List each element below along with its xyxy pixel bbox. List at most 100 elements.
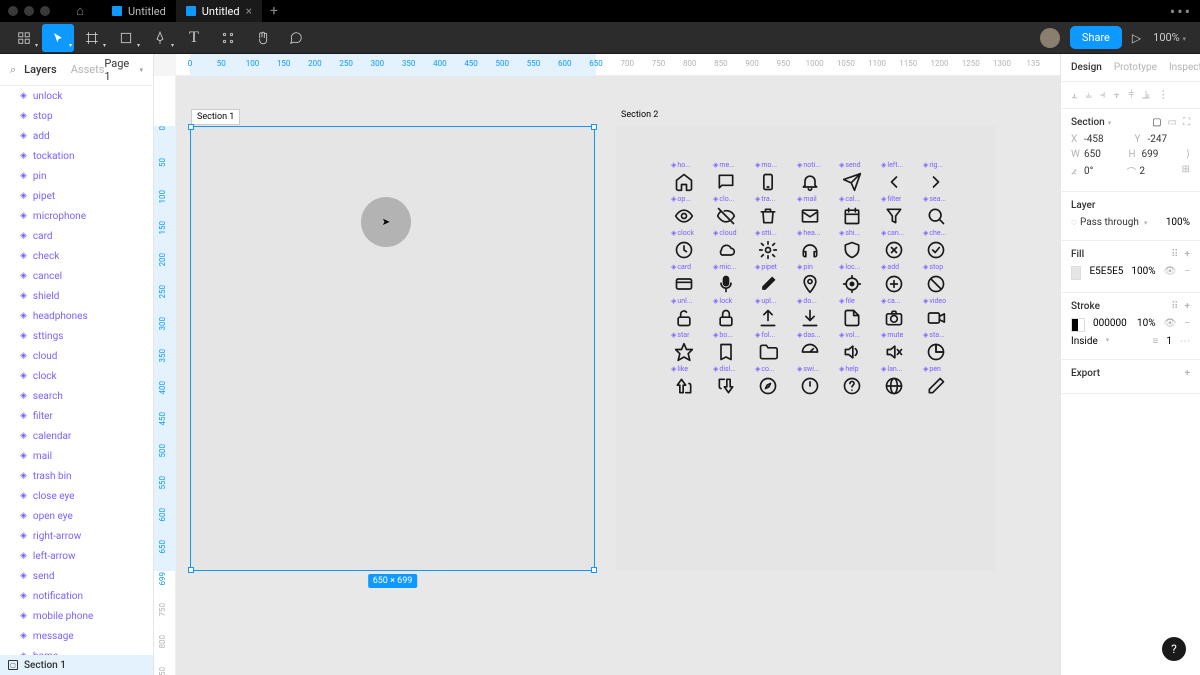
- close-window-icon[interactable]: [8, 6, 18, 16]
- icon-component-search[interactable]: ◈sea...: [923, 195, 961, 229]
- layer-item[interactable]: ◈cloud: [0, 346, 153, 366]
- menu-button[interactable]: ▾: [8, 24, 40, 52]
- remove-icon[interactable]: −: [1184, 266, 1190, 280]
- align-bottom-icon[interactable]: ⫡: [1142, 88, 1149, 102]
- present-button[interactable]: ▷: [1132, 31, 1141, 45]
- layer-item[interactable]: ◈pin: [0, 166, 153, 186]
- resources-tool[interactable]: [212, 24, 244, 52]
- layer-item[interactable]: ◈notification: [0, 586, 153, 606]
- frame-icon[interactable]: ▭: [1168, 117, 1177, 128]
- radius-individual-icon[interactable]: ⊞: [1182, 164, 1190, 179]
- icon-component-camera[interactable]: ◈ca...: [881, 297, 919, 331]
- icon-component-power[interactable]: ◈swi...: [797, 365, 835, 399]
- y-value[interactable]: -247: [1148, 134, 1168, 145]
- icon-component-eyeoff[interactable]: ◈clo...: [713, 195, 751, 229]
- visibility-icon[interactable]: 👁: [1164, 318, 1177, 332]
- icon-component-shield[interactable]: ◈shi...: [839, 229, 877, 263]
- more-icon[interactable]: •••: [1170, 2, 1192, 21]
- x-value[interactable]: -458: [1084, 134, 1104, 145]
- w-value[interactable]: 650: [1084, 149, 1101, 160]
- icon-component-home[interactable]: ◈ho...: [671, 161, 709, 195]
- icon-component-mail[interactable]: ◈mail: [797, 195, 835, 229]
- section-1-frame[interactable]: Section 1 650 × 699 ➤: [190, 126, 595, 571]
- layer-item[interactable]: ◈right-arrow: [0, 526, 153, 546]
- hand-tool[interactable]: [246, 24, 278, 52]
- icon-component-star[interactable]: ◈star: [671, 331, 709, 365]
- remove-icon[interactable]: −: [1184, 318, 1190, 332]
- icon-component-pie[interactable]: ◈sta...: [923, 331, 961, 365]
- align-top-icon[interactable]: ⫟: [1113, 88, 1120, 102]
- close-tab-icon[interactable]: ×: [246, 4, 252, 18]
- assets-tab[interactable]: Assets: [71, 63, 105, 76]
- icon-component-mic[interactable]: ◈mic...: [713, 263, 751, 297]
- opacity-value[interactable]: 100%: [1166, 217, 1190, 228]
- icon-component-globe[interactable]: ◈lan...: [881, 365, 919, 399]
- share-button[interactable]: Share: [1070, 26, 1122, 49]
- align-right-icon[interactable]: ⫞: [1100, 88, 1106, 102]
- icon-component-cloud[interactable]: ◈cloud: [713, 229, 751, 263]
- icon-component-download[interactable]: ◈do...: [797, 297, 835, 331]
- layer-item[interactable]: ◈headphones: [0, 306, 153, 326]
- layer-item[interactable]: ◈trash bin: [0, 466, 153, 486]
- visibility-icon[interactable]: 👁: [1164, 266, 1177, 280]
- icon-component-msg[interactable]: ◈me...: [713, 161, 751, 195]
- window-controls[interactable]: [8, 6, 50, 16]
- align-center-h-icon[interactable]: ⫨: [1086, 88, 1092, 102]
- icon-component-right[interactable]: ◈rig...: [923, 161, 961, 195]
- icon-component-target[interactable]: ◈loc...: [839, 263, 877, 297]
- layer-item[interactable]: ◈card: [0, 226, 153, 246]
- icon-component-mute[interactable]: ◈mute: [881, 331, 919, 365]
- constrain-icon[interactable]: ⟩: [1186, 149, 1190, 160]
- icon-component-unlock[interactable]: ◈unl...: [671, 297, 709, 331]
- shape-tool[interactable]: ▾: [110, 24, 142, 52]
- design-tab[interactable]: Design: [1071, 62, 1102, 73]
- layer-item-section[interactable]: ▢ Section 1: [0, 655, 153, 675]
- stroke-swatch[interactable]: [1071, 318, 1085, 332]
- layer-item[interactable]: ◈unlock: [0, 86, 153, 106]
- stroke-position[interactable]: Inside: [1071, 336, 1098, 347]
- layer-item[interactable]: ◈cancel: [0, 266, 153, 286]
- h-value[interactable]: 699: [1142, 149, 1159, 160]
- comment-tool[interactable]: [280, 24, 312, 52]
- distribute-icon[interactable]: ⋮: [1158, 88, 1169, 102]
- style-icon[interactable]: ⠿: [1171, 249, 1178, 260]
- help-button[interactable]: ?: [1162, 637, 1186, 661]
- layer-item[interactable]: ◈check: [0, 246, 153, 266]
- stroke-hex[interactable]: 000000: [1093, 318, 1127, 332]
- prototype-tab[interactable]: Prototype: [1114, 62, 1157, 73]
- layers-tab[interactable]: Layers: [24, 63, 57, 76]
- style-icon[interactable]: ⠿: [1171, 301, 1178, 312]
- layer-item[interactable]: ◈message: [0, 626, 153, 646]
- resize-handle-sw[interactable]: [188, 567, 194, 573]
- icon-component-folder[interactable]: ◈fol...: [755, 331, 793, 365]
- canvas[interactable]: 0501001502002503003504004505005506006507…: [154, 54, 1060, 675]
- frame-tool[interactable]: ▾: [76, 24, 108, 52]
- circle-shape[interactable]: ➤: [361, 197, 411, 247]
- icon-component-clock[interactable]: ◈clock: [671, 229, 709, 263]
- layer-item[interactable]: ◈home: [0, 646, 153, 655]
- layer-item[interactable]: ◈open eye: [0, 506, 153, 526]
- icon-component-filter[interactable]: ◈filter: [881, 195, 919, 229]
- layer-item[interactable]: ◈calendar: [0, 426, 153, 446]
- icon-component-book[interactable]: ◈bo...: [713, 331, 751, 365]
- layer-item[interactable]: ◈mail: [0, 446, 153, 466]
- layer-item[interactable]: ◈microphone: [0, 206, 153, 226]
- icon-component-plus[interactable]: ◈add: [881, 263, 919, 297]
- layer-item[interactable]: ◈add: [0, 126, 153, 146]
- fill-hex[interactable]: E5E5E5: [1089, 266, 1123, 280]
- icon-component-down[interactable]: ◈disl...: [713, 365, 751, 399]
- icon-component-cal[interactable]: ◈cal...: [839, 195, 877, 229]
- new-tab-button[interactable]: +: [262, 3, 286, 19]
- icon-component-card[interactable]: ◈card: [671, 263, 709, 297]
- stroke-more-icon[interactable]: ⋯: [1180, 336, 1190, 347]
- add-stroke-icon[interactable]: +: [1184, 301, 1190, 312]
- fill-swatch[interactable]: [1071, 266, 1081, 280]
- icon-component-xcircle[interactable]: ◈can...: [881, 229, 919, 263]
- layer-item[interactable]: ◈search: [0, 386, 153, 406]
- layer-item[interactable]: ◈tockation: [0, 146, 153, 166]
- layer-item[interactable]: ◈sttings: [0, 326, 153, 346]
- icon-component-file[interactable]: ◈file: [839, 297, 877, 331]
- icon-component-mobile[interactable]: ◈mo...: [755, 161, 793, 195]
- page-selector[interactable]: Page 1 ▾: [104, 57, 143, 83]
- radius-value[interactable]: 2: [1139, 166, 1145, 177]
